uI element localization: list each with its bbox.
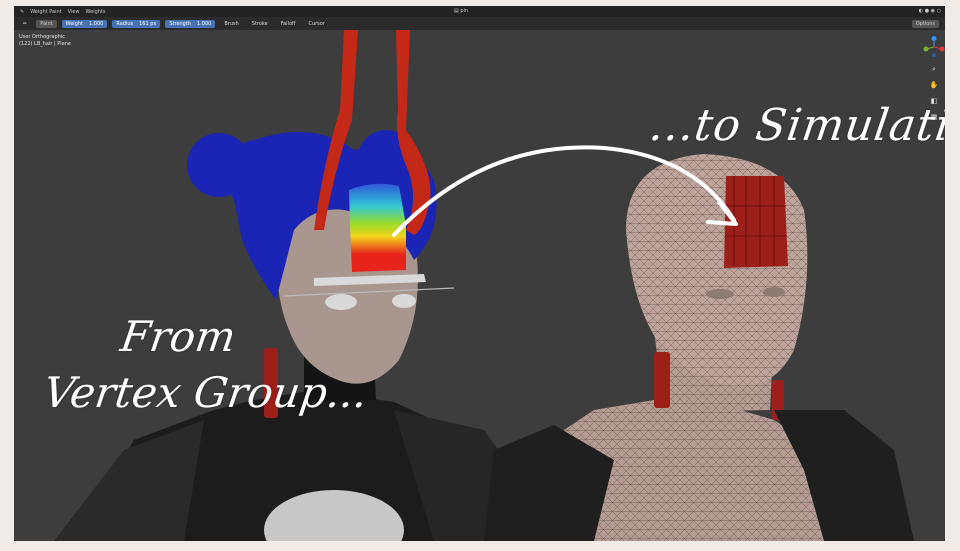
strength-label: Strength (169, 20, 191, 27)
menu-stroke[interactable]: Stroke (248, 20, 272, 28)
strength-value: 1.000 (197, 20, 212, 27)
menu-brush[interactable]: Brush (220, 20, 242, 28)
caption-vertex-group: Vertex Group... (40, 368, 371, 417)
strength-field[interactable]: Strength 1.000 (165, 19, 216, 28)
scene-selector[interactable]: ▤ pin (454, 8, 468, 14)
menu-weights[interactable]: Weights (85, 9, 105, 15)
weight-value: 1.000 (89, 20, 104, 27)
caption-from: From (117, 312, 239, 361)
top-header: ✎ Weight Paint View Weights ▤ pin ◐ ● ◉ … (14, 6, 945, 17)
radius-field[interactable]: Radius 161 px (112, 19, 161, 28)
menu-falloff[interactable]: Falloff (277, 20, 300, 28)
tool-header: ✏ Paint Weight 1.000 Radius 161 px Stren… (14, 17, 945, 30)
weight-label: Weight (65, 20, 83, 27)
brush-selector[interactable]: Paint (36, 19, 57, 28)
editor-type-icon[interactable]: ✎ (20, 9, 24, 15)
mode-selector[interactable]: Weight Paint (30, 9, 61, 15)
radius-value: 161 px (139, 20, 157, 27)
weight-field[interactable]: Weight 1.000 (61, 19, 108, 28)
menu-view[interactable]: View (68, 9, 80, 15)
shading-controls[interactable]: ◐ ● ◉ ○ (919, 8, 941, 14)
scene-name: pin (460, 8, 469, 14)
radius-label: Radius (116, 20, 134, 27)
menu-cursor[interactable]: Cursor (304, 20, 328, 28)
brush-icon[interactable]: ✏ (19, 20, 31, 28)
options-button[interactable]: Options (911, 20, 939, 28)
viewport-scene[interactable]: ...to Simulation From Vertex Group... (14, 30, 945, 541)
caption-to-simulation: ...to Simulation (646, 100, 945, 151)
blender-window: ✎ Weight Paint View Weights ▤ pin ◐ ● ◉ … (14, 6, 945, 541)
